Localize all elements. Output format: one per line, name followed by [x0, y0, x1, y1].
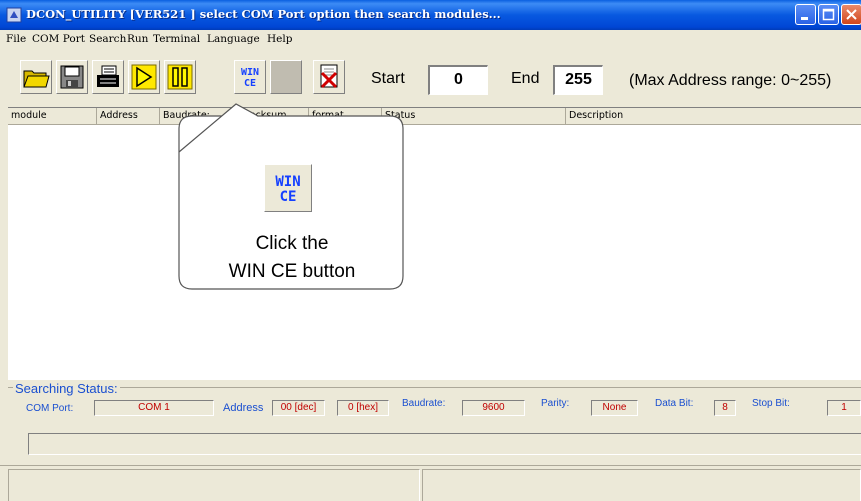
data-bit-value: 8 [714, 400, 736, 416]
menu-file[interactable]: File [6, 33, 26, 45]
wince-icon: WIN CE [275, 174, 300, 205]
maximize-button[interactable] [818, 4, 839, 25]
menu-terminal[interactable]: Terminal [153, 33, 200, 45]
column-description[interactable]: Description [566, 108, 861, 124]
menu-help[interactable]: Help [267, 33, 292, 45]
open-folder-icon [23, 70, 50, 88]
close-button[interactable] [841, 4, 861, 25]
stop-search-button[interactable] [313, 60, 345, 94]
stop-search-icon [320, 64, 338, 89]
column-module[interactable]: module [8, 108, 97, 124]
stop-bit-value: 1 [827, 400, 861, 416]
minimize-button[interactable] [795, 4, 816, 25]
printer-icon [97, 65, 119, 87]
wince-button[interactable]: WIN CE [234, 60, 266, 94]
status-pane-2 [422, 469, 861, 501]
start-label: Start [371, 70, 405, 87]
list-header: module Address Baudrate: Checksum format… [8, 108, 861, 125]
callout-pointer [178, 103, 259, 153]
column-status[interactable]: Status [382, 108, 566, 124]
minimize-icon [801, 17, 808, 20]
callout-line-2: WIN CE button [228, 261, 356, 282]
status-bar [0, 465, 861, 501]
menu-run[interactable]: Run [127, 33, 148, 45]
callout-wince-icon: WIN CE [264, 164, 312, 212]
menu-language[interactable]: Language [207, 33, 260, 45]
com-port-label: COM Port: [26, 403, 74, 414]
stop-bit-label: Stop Bit: [752, 398, 790, 409]
blank-icon [272, 63, 300, 91]
column-address[interactable]: Address [97, 108, 160, 124]
baudrate-value: 9600 [462, 400, 525, 416]
data-bit-label: Data Bit: [655, 398, 694, 409]
maximize-icon [822, 8, 835, 21]
window-title: DCON_UTILITY [VER521 ] select COM Port o… [26, 7, 501, 21]
dcon-app-icon[interactable] [6, 7, 22, 23]
blank-button [270, 60, 302, 94]
start-address-input[interactable]: 0 [428, 65, 488, 95]
address-label: Address [223, 402, 264, 414]
address-hex-value: 0 [hex] [337, 400, 389, 416]
save-disk-icon [60, 65, 84, 89]
run-button[interactable] [128, 60, 160, 94]
address-dec-value: 00 [dec] [272, 400, 325, 416]
parity-value: None [591, 400, 638, 416]
search-progress-bar [28, 433, 861, 455]
module-list[interactable]: module Address Baudrate: Checksum format… [8, 107, 861, 380]
close-icon [846, 9, 857, 20]
callout-text: Click the WIN CE button [190, 230, 394, 286]
wince-icon: WIN CE [237, 64, 263, 90]
title-bar[interactable]: DCON_UTILITY [VER521 ] select COM Port o… [0, 0, 861, 30]
open-button[interactable] [20, 60, 52, 94]
callout-icon-text: WIN CE [275, 174, 300, 205]
parity-label: Parity: [541, 398, 570, 409]
print-button[interactable] [92, 60, 124, 94]
menu-search[interactable]: Search [89, 33, 126, 45]
baudrate-label: Baudrate: [402, 398, 446, 409]
com-port-value: COM 1 [94, 400, 214, 416]
save-button[interactable] [56, 60, 88, 94]
searching-status-title: Searching Status: [13, 381, 120, 396]
end-address-input[interactable]: 255 [553, 65, 603, 95]
menu-com-port[interactable]: COM Port [32, 33, 85, 45]
end-label: End [511, 70, 540, 87]
play-icon [131, 64, 157, 90]
status-pane-1 [8, 469, 420, 501]
menu-bar: File COM Port Search Run Terminal Langua… [0, 30, 861, 50]
address-range-note: (Max Address range: 0~255) [629, 72, 832, 89]
pause-icon [167, 64, 193, 90]
toolbar: WIN CE Start 0 End 255 (Max Address range… [0, 50, 861, 106]
pause-button[interactable] [164, 60, 196, 94]
callout-line-1: Click the [255, 233, 329, 254]
